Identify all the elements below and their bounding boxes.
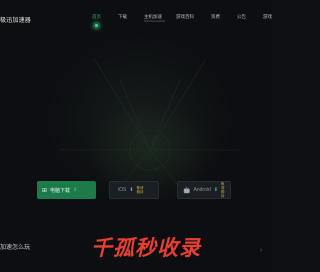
coming-soon-badge: 敬请 期待 (137, 186, 144, 194)
coming-soon-badge: 敬请 期待 (221, 182, 225, 198)
coming-soon-bottom: 期待 (136, 190, 144, 194)
nav-item-home[interactable]: 首页 (92, 14, 101, 20)
ios-download-label: iOS (118, 187, 127, 193)
top-navigation: 首页 下载 主机加速 NS/Xbox/switch 游戏百科 资费 公告 游戏 (87, 12, 272, 36)
ios-download-button[interactable]: iOS ⬇ 敬请 期待 (109, 181, 159, 199)
android-icon: 🤖 (183, 187, 191, 194)
download-icon: ⬇ (129, 187, 134, 193)
download-icon: ⬇ (213, 187, 218, 193)
watermark-slogan: 千孤秒收录 (91, 236, 201, 260)
nav-item-pricing[interactable]: 资费 (211, 14, 220, 20)
nav-item-game-wiki[interactable]: 游戏百科 (176, 14, 194, 20)
nav-item-console-boost-sub: NS/Xbox/switch (144, 19, 166, 23)
nav-active-indicator-icon (93, 22, 100, 29)
nav-item-games[interactable]: 游戏 (263, 14, 272, 20)
chevron-right-icon[interactable]: › (260, 247, 262, 254)
nav-item-announcements[interactable]: 公告 (237, 14, 246, 20)
app-logo[interactable]: 极迅加速器 (0, 15, 31, 25)
windows-icon: ⊞ (42, 187, 48, 194)
intro-heading: 加速怎么玩 (0, 245, 31, 251)
download-icon: ⬇ (73, 187, 78, 193)
coming-soon-top: 敬请 (220, 182, 225, 190)
nav-item-download[interactable]: 下载 (118, 14, 127, 20)
android-download-label: Android (193, 187, 211, 193)
pc-download-button[interactable]: ⊞ 电脑下载 ⬇ (37, 181, 96, 199)
pc-download-label: 电脑下载 (50, 187, 71, 194)
android-download-button[interactable]: 🤖 Android ⬇ 敬请 期待 (177, 181, 231, 199)
coming-soon-bottom: 期待 (220, 190, 225, 198)
